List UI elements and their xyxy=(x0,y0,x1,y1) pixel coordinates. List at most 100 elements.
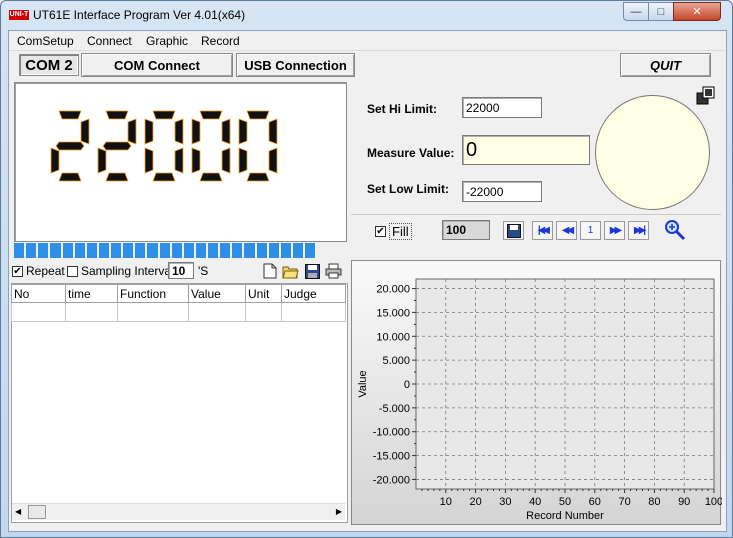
lcd-segment xyxy=(221,118,231,145)
minimize-button[interactable]: — xyxy=(623,2,649,21)
zoom-icon[interactable] xyxy=(664,219,686,244)
prev-page-button[interactable]: ◀◀ xyxy=(556,221,577,240)
lcd-segment xyxy=(97,147,107,174)
record-count-field: 100 xyxy=(442,220,490,240)
lcd-segment xyxy=(191,118,201,145)
bargraph-segment xyxy=(26,243,37,258)
maximize-button[interactable]: □ xyxy=(648,2,674,21)
repeat-check-box[interactable]: ✔ xyxy=(12,265,23,277)
bargraph-segment xyxy=(147,243,158,258)
bargraph-segment xyxy=(86,243,97,258)
lcd-segment xyxy=(246,110,270,120)
lcd-segment xyxy=(152,172,176,182)
x-tick-label: 90 xyxy=(678,496,690,508)
bargraph-segment xyxy=(62,243,73,258)
lcd-segment xyxy=(174,118,184,145)
client-area: ComSetup Connect Graphic Record COM 2 CO… xyxy=(8,30,727,532)
measure-value-field: 0 xyxy=(462,135,590,165)
sampling-interval-input[interactable]: 10 xyxy=(168,262,194,279)
lcd-segment xyxy=(268,147,278,174)
fill-check-box[interactable]: ✔ xyxy=(375,226,386,237)
restore-view-icon[interactable] xyxy=(696,86,716,109)
lcd-segment xyxy=(221,147,231,174)
lcd-segment xyxy=(268,118,278,145)
table-cell[interactable] xyxy=(11,302,66,322)
title-bar[interactable]: UNI-T UT61E Interface Program Ver 4.01(x… xyxy=(1,1,732,29)
sampling-check-box[interactable] xyxy=(67,265,78,277)
open-folder-icon[interactable] xyxy=(281,262,299,280)
low-limit-label: Set Low Limit: xyxy=(367,182,449,196)
save-icon[interactable] xyxy=(303,262,321,280)
bargraph-segment xyxy=(220,243,231,258)
column-header[interactable]: Unit xyxy=(245,284,282,303)
y-tick-label: 20.000 xyxy=(376,284,410,296)
separator xyxy=(351,214,721,215)
fast-forward-icon: ▶▶ xyxy=(609,225,623,236)
menu-comsetup[interactable]: ComSetup xyxy=(17,34,74,48)
scroll-thumb[interactable] xyxy=(28,505,46,519)
x-tick-label: 80 xyxy=(648,496,660,508)
lcd-digit xyxy=(50,110,90,182)
scroll-right-icon[interactable]: ▶ xyxy=(336,507,342,516)
x-tick-label: 30 xyxy=(499,496,511,508)
save-chart-button[interactable] xyxy=(503,221,524,240)
close-button[interactable]: ✕ xyxy=(673,2,721,21)
bargraph-segment xyxy=(38,243,49,258)
print-icon[interactable] xyxy=(324,262,342,280)
table-cell[interactable] xyxy=(281,302,346,322)
menu-graphic[interactable]: Graphic xyxy=(146,34,188,48)
bargraph-segment xyxy=(256,243,267,258)
horizontal-scrollbar[interactable]: ◀ ▶ xyxy=(12,503,345,520)
scroll-left-icon[interactable]: ◀ xyxy=(15,507,21,516)
x-tick-label: 100 xyxy=(705,496,722,508)
com-port-button[interactable]: COM 2 xyxy=(19,54,79,76)
hi-limit-input[interactable]: 22000 xyxy=(462,97,542,118)
bargraph-segment xyxy=(98,243,109,258)
com-connect-button[interactable]: COM Connect xyxy=(81,53,233,77)
last-page-button[interactable]: ▶▶| xyxy=(628,221,649,240)
fill-label: Fill xyxy=(389,223,412,240)
table-cell[interactable] xyxy=(245,302,282,322)
column-header[interactable]: Function xyxy=(117,284,189,303)
sampling-interval-checkbox[interactable]: Sampling Interval xyxy=(67,264,174,278)
y-axis-label: Value xyxy=(357,370,369,397)
fill-checkbox[interactable]: ✔ Fill xyxy=(375,223,412,240)
bargraph-segment xyxy=(268,243,279,258)
y-tick-label: -5.000 xyxy=(379,403,410,415)
table-cell[interactable] xyxy=(188,302,246,322)
table-cell[interactable] xyxy=(117,302,189,322)
bargraph-segment xyxy=(123,243,134,258)
quit-button[interactable]: QUIT xyxy=(620,53,711,77)
menu-connect[interactable]: Connect xyxy=(87,34,132,48)
bargraph-segment xyxy=(280,243,291,258)
column-header[interactable]: Value xyxy=(188,284,246,303)
column-header[interactable]: Judge xyxy=(281,284,346,303)
table-cell[interactable] xyxy=(65,302,118,322)
lcd-segment xyxy=(238,147,248,174)
chart-panel: 20.000 15.000 10.000 5.000 0 -5.000 -10.000 -15… xyxy=(351,260,723,525)
column-header[interactable]: No xyxy=(11,284,66,303)
table-row[interactable] xyxy=(11,302,346,322)
lcd-segment xyxy=(144,147,154,174)
save-chart-icon xyxy=(506,223,521,238)
bargraph-segment xyxy=(50,243,61,258)
rewind-icon: ◀◀ xyxy=(561,225,575,236)
low-limit-input[interactable]: -22000 xyxy=(462,181,542,202)
usb-connection-button[interactable]: USB Connection xyxy=(236,53,355,77)
column-header[interactable]: time xyxy=(65,284,118,303)
lcd-segment xyxy=(105,110,129,120)
repeat-checkbox[interactable]: ✔ Repeat xyxy=(12,264,65,278)
lcd-digit xyxy=(238,110,278,182)
bargraph xyxy=(14,243,316,258)
lcd-digit xyxy=(97,110,137,182)
bargraph-segment xyxy=(232,243,243,258)
first-page-button[interactable]: |◀◀ xyxy=(532,221,553,240)
lcd-segment xyxy=(199,110,223,120)
new-file-icon[interactable] xyxy=(261,262,279,280)
x-tick-label: 10 xyxy=(440,496,452,508)
bargraph-segment xyxy=(208,243,219,258)
measure-value-label: Measure Value: xyxy=(367,146,455,160)
next-page-button[interactable]: ▶▶ xyxy=(604,221,625,240)
page-number: 1 xyxy=(580,221,601,240)
menu-record[interactable]: Record xyxy=(201,34,240,48)
